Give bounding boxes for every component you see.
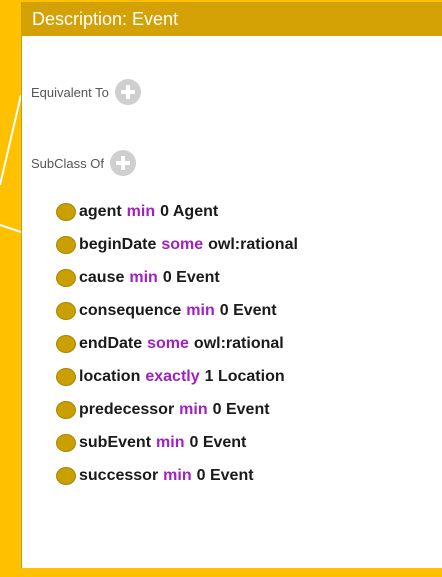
axiom-value: 0 Event xyxy=(219,301,277,319)
axiom-restriction: exactly xyxy=(145,367,200,385)
class-bullet-icon xyxy=(56,202,76,221)
axiom-row[interactable]: consequence min 0 Event xyxy=(56,294,298,327)
axiom-value: 0 Agent xyxy=(160,202,219,220)
bottom-border xyxy=(0,568,442,577)
class-bullet-icon xyxy=(56,400,76,419)
axiom-restriction: some xyxy=(147,334,189,352)
axiom-property: subEvent xyxy=(79,433,152,451)
axiom-value: owl:rational xyxy=(193,334,284,352)
axiom-row[interactable]: agent min 0 Agent xyxy=(56,195,298,228)
axiom-restriction: min xyxy=(163,466,192,484)
axiom-property: successor xyxy=(79,466,159,484)
axiom-property: consequence xyxy=(79,301,182,319)
axiom-value: 0 Event xyxy=(196,466,254,484)
axiom-value: 1 Location xyxy=(204,367,285,385)
axiom-value: owl:rational xyxy=(208,235,298,253)
class-bullet-icon xyxy=(56,433,76,452)
class-bullet-icon xyxy=(56,268,76,287)
equivalent-to-label: Equivalent To xyxy=(31,84,109,100)
subclass-of-section: SubClass Of xyxy=(31,150,136,176)
axiom-property: endDate xyxy=(79,334,143,352)
axiom-row[interactable]: subEvent min 0 Event xyxy=(56,426,298,459)
class-bullet-icon xyxy=(56,334,76,353)
axiom-row[interactable]: cause min 0 Event xyxy=(56,261,298,294)
panel-header: Description: Event xyxy=(22,2,442,36)
axiom-restriction: some xyxy=(161,235,204,253)
axiom-property: predecessor xyxy=(79,400,175,418)
axiom-property: agent xyxy=(79,202,122,220)
add-equivalent-icon[interactable] xyxy=(114,79,141,105)
class-bullet-icon xyxy=(56,367,76,386)
class-bullet-icon xyxy=(56,235,76,254)
axiom-restriction: min xyxy=(129,268,158,286)
axiom-row[interactable]: endDate some owl:rational xyxy=(56,327,298,360)
class-bullet-icon xyxy=(56,301,76,320)
axiom-restriction: min xyxy=(156,433,185,451)
subclass-of-label: SubClass Of xyxy=(31,155,104,171)
axiom-restriction: min xyxy=(186,301,215,319)
axiom-value: 0 Event xyxy=(162,268,220,286)
axiom-value: 0 Event xyxy=(189,433,247,451)
axiom-property: location xyxy=(79,367,141,385)
class-bullet-icon xyxy=(56,466,76,485)
subclass-axiom-list: agent min 0 Agent beginDate some owl:rat… xyxy=(56,195,298,492)
axiom-row[interactable]: successor min 0 Event xyxy=(56,459,298,492)
axiom-value: 0 Event xyxy=(212,400,270,418)
axiom-row[interactable]: beginDate some owl:rational xyxy=(56,228,298,261)
axiom-restriction: min xyxy=(126,202,156,220)
axiom-property: beginDate xyxy=(79,235,157,253)
axiom-property: cause xyxy=(79,268,125,286)
axiom-row[interactable]: location exactly 1 Location xyxy=(56,360,298,393)
axiom-row[interactable]: predecessor min 0 Event xyxy=(56,393,298,426)
axiom-restriction: min xyxy=(179,400,208,418)
equivalent-to-section: Equivalent To xyxy=(31,79,141,105)
panel-title: Description: Event xyxy=(32,9,179,29)
add-subclass-icon[interactable] xyxy=(109,150,136,176)
